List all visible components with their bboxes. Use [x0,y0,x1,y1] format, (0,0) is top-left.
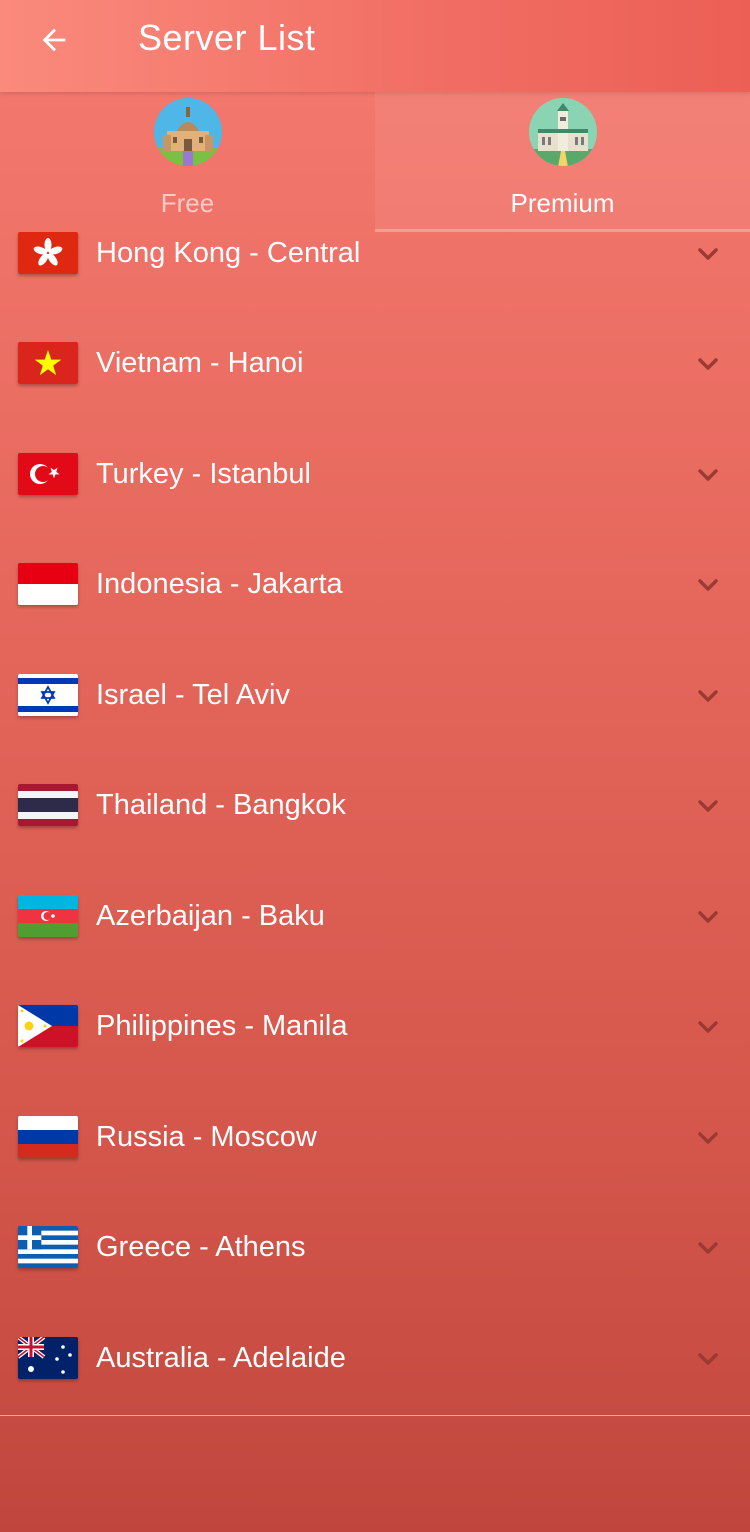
chevron-down-icon[interactable] [692,1122,724,1154]
server-row-russia[interactable]: Russia - Moscow [0,1082,750,1192]
server-label: Azerbaijan - Baku [96,900,325,932]
app-bar: Server List [0,0,750,92]
page-title: Server List [138,17,316,58]
chevron-down-icon[interactable] [692,348,724,380]
russia-flag-icon [18,1116,78,1158]
indonesia-flag-icon [18,563,78,605]
turkey-flag-icon [18,453,78,495]
chevron-down-icon[interactable] [692,1343,724,1375]
tab-free[interactable]: Free [0,92,375,232]
server-row-hong-kong[interactable]: Hong Kong - Central [0,232,750,308]
server-row-thailand[interactable]: Thailand - Bangkok [0,750,750,860]
tab-free-label: Free [160,188,215,218]
list-bottom-divider [0,1415,750,1416]
chevron-down-icon[interactable] [692,790,724,822]
server-row-turkey[interactable]: Turkey - Istanbul [0,419,750,529]
server-label: Australia - Adelaide [96,1342,346,1374]
server-label: Philippines - Manila [96,1010,348,1042]
server-row-azerbaijan[interactable]: Azerbaijan - Baku [0,861,750,971]
server-label: Turkey - Istanbul [96,458,311,490]
server-row-greece[interactable]: Greece - Athens [0,1192,750,1302]
chevron-down-icon[interactable] [692,238,724,270]
chevron-down-icon[interactable] [692,1011,724,1043]
chevron-down-icon[interactable] [692,569,724,601]
server-row-israel[interactable]: Israel - Tel Aviv [0,640,750,750]
chevron-down-icon[interactable] [692,1232,724,1264]
chevron-down-icon[interactable] [692,459,724,491]
server-row-vietnam[interactable]: Vietnam - Hanoi [0,308,750,418]
greece-flag-icon [18,1226,78,1268]
server-label: Russia - Moscow [96,1121,317,1153]
chevron-down-icon[interactable] [692,901,724,933]
server-label: Israel - Tel Aviv [96,679,290,711]
tab-premium[interactable]: Premium [375,92,750,232]
server-row-australia[interactable]: Australia - Adelaide [0,1303,750,1413]
philippines-flag-icon [18,1005,78,1047]
cathedral-icon [154,98,222,166]
parliament-icon [529,98,597,166]
server-label: Indonesia - Jakarta [96,568,343,600]
server-row-philippines[interactable]: Philippines - Manila [0,971,750,1081]
server-list[interactable]: Hong Kong - Central Vietnam - Hanoi Turk… [0,232,750,1415]
tab-premium-label: Premium [510,188,615,218]
hong-kong-flag-icon [18,232,78,274]
chevron-down-icon[interactable] [692,680,724,712]
server-type-tabs: Free Premium [0,92,750,232]
arrow-left-icon [42,28,66,52]
server-label: Hong Kong - Central [96,237,361,269]
vietnam-flag-icon [18,342,78,384]
server-label: Vietnam - Hanoi [96,347,304,379]
australia-flag-icon [18,1337,78,1379]
server-label: Thailand - Bangkok [96,789,346,821]
thailand-flag-icon [18,784,78,826]
azerbaijan-flag-icon [18,895,78,937]
server-label: Greece - Athens [96,1231,306,1263]
back-button[interactable] [22,14,86,66]
israel-flag-icon [18,674,78,716]
server-row-indonesia[interactable]: Indonesia - Jakarta [0,529,750,639]
